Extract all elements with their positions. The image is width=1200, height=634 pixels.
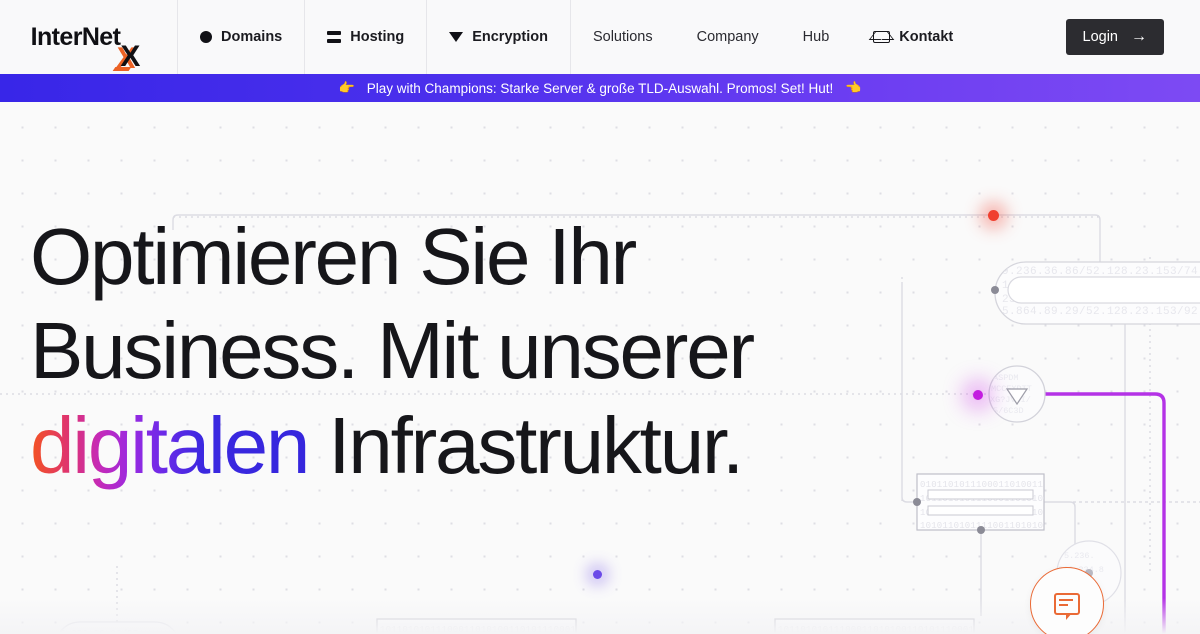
logo-x-tick bbox=[112, 66, 132, 71]
nav-item-hosting[interactable]: Hosting bbox=[305, 0, 428, 74]
box1-binary-d: 1010110101111001101010110101110001 bbox=[920, 521, 1110, 531]
node-ip-line4: 5.864.89.29/52.128.23.153/92.190.2 bbox=[1002, 306, 1200, 318]
login-button-label: Login bbox=[1082, 29, 1118, 45]
nav-item-domains[interactable]: Domains bbox=[178, 0, 306, 74]
mail-icon bbox=[873, 31, 891, 43]
arrow-right-icon: → bbox=[1131, 28, 1147, 45]
nav-item-encryption[interactable]: Encryption bbox=[427, 0, 571, 74]
nav-item-kontakt-label: Kontakt bbox=[899, 29, 954, 45]
promo-banner[interactable]: 👉 Play with Champions: Starke Server & g… bbox=[0, 74, 1200, 102]
headline-line-3: digitalen Infrastruktur. bbox=[30, 399, 753, 493]
nav-item-domains-label: Domains bbox=[221, 29, 283, 45]
nav-item-hosting-label: Hosting bbox=[350, 29, 405, 45]
pointing-right-hand-icon: 👉 bbox=[338, 80, 355, 95]
hero-bottom-fade bbox=[0, 598, 1200, 634]
nav-item-solutions-label: Solutions bbox=[592, 29, 653, 45]
nav-item-hub[interactable]: Hub bbox=[781, 0, 852, 74]
main-navigation: Domains Hosting Encryption Solutions Com… bbox=[178, 0, 1200, 74]
small-circle-text-1: 5.236. bbox=[1064, 551, 1095, 561]
box1-binary-a: 0101101011100011010011 bbox=[920, 480, 1043, 490]
headline-gradient-word: digitalen bbox=[30, 400, 310, 490]
login-button[interactable]: Login → bbox=[1065, 19, 1164, 55]
status-dot-magenta bbox=[973, 390, 983, 400]
nav-item-solutions[interactable]: Solutions bbox=[571, 0, 675, 74]
logo-text: InterNet X X bbox=[30, 22, 147, 75]
pointing-left-hand-icon: 👈 bbox=[845, 80, 862, 95]
page-title: Optimieren Sie Ihr Business. Mit unserer… bbox=[30, 210, 755, 493]
stacked-bars-icon bbox=[327, 31, 342, 43]
login-area: Login → bbox=[1065, 0, 1200, 74]
node-box-midright: 0101101011100011010011 10110101011100011… bbox=[913, 473, 1110, 534]
nav-item-company-label: Company bbox=[696, 29, 759, 45]
node-ip-line1: 9.236.36.86/52.128.23.153/74.125.2 bbox=[1002, 266, 1200, 278]
headline-line-3-rest: Infrastruktur. bbox=[308, 400, 744, 490]
nav-item-encryption-label: Encryption bbox=[472, 29, 548, 45]
node-circle-encrypt: ASPDM MCCEXDTT XG?JVGI/ 5/6C3D bbox=[988, 365, 1046, 423]
chat-widget-button[interactable] bbox=[1030, 567, 1104, 634]
logo-text-prefix: InterNet bbox=[30, 22, 121, 51]
chat-bubble-icon bbox=[1054, 593, 1080, 620]
logo[interactable]: InterNet X X bbox=[0, 0, 178, 75]
headline-line-1: Optimieren Sie Ihr bbox=[30, 212, 637, 301]
triangle-down-icon bbox=[449, 32, 464, 42]
headline-line-2: Business. Mit unserer bbox=[30, 306, 755, 396]
status-dot-red bbox=[988, 210, 999, 221]
status-dot-purple bbox=[593, 570, 602, 579]
site-header: InterNet X X Domains Hosting Encryption So… bbox=[0, 0, 1200, 75]
nav-item-company[interactable]: Company bbox=[675, 0, 781, 74]
nav-item-hub-label: Hub bbox=[802, 29, 830, 45]
hero-section: 9.236.36.86/52.128.23.153/74.125.2 12 25… bbox=[0, 102, 1200, 634]
promo-banner-text: Play with Champions: Starke Server & gro… bbox=[366, 80, 834, 96]
node-ip-pill: 9.236.36.86/52.128.23.153/74.125.2 12 25… bbox=[991, 261, 1200, 325]
circle-dot-icon bbox=[200, 31, 212, 43]
nav-item-kontakt[interactable]: Kontakt bbox=[851, 0, 975, 74]
circle-node-text-3: XG?JVGI/ bbox=[990, 395, 1031, 405]
